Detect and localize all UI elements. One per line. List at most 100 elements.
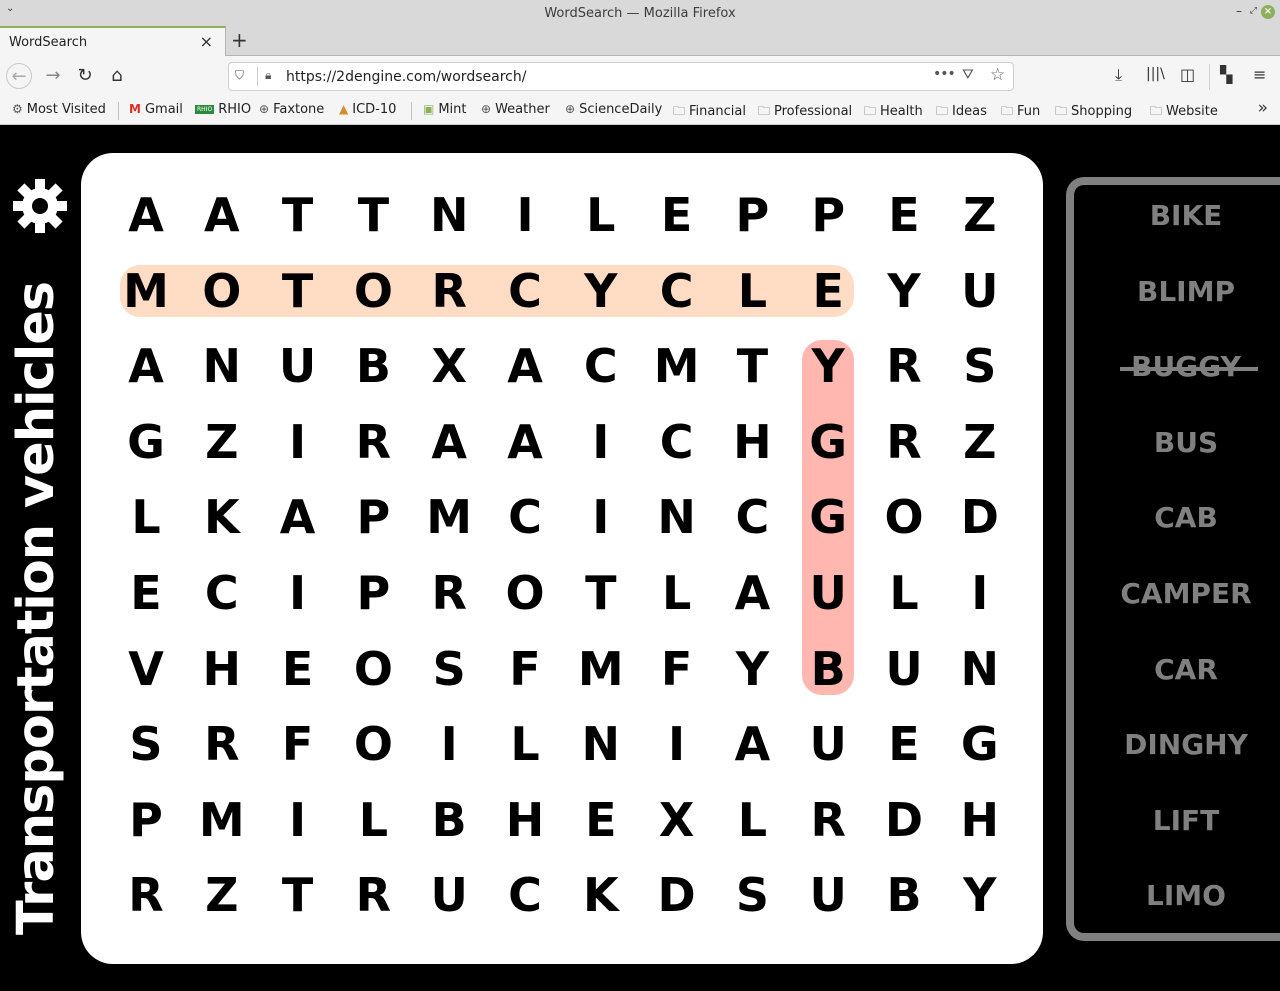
grid-cell[interactable]: I xyxy=(411,706,487,782)
grid-cell[interactable]: Y xyxy=(563,253,639,329)
grid-cell[interactable]: L xyxy=(714,782,790,858)
grid-cell[interactable]: A xyxy=(411,404,487,480)
grid-cell[interactable]: G xyxy=(790,479,866,555)
grid-cell[interactable]: Y xyxy=(942,857,1018,933)
bookmark-rhio[interactable]: RHIO RHIO xyxy=(195,102,251,117)
maximize-icon[interactable]: ⤢ xyxy=(1250,6,1257,16)
grid-cell[interactable]: T xyxy=(260,253,336,329)
grid-cell[interactable]: O xyxy=(184,253,260,329)
grid-cell[interactable]: R xyxy=(184,706,260,782)
pocket-icon[interactable]: ⛛ xyxy=(962,67,974,83)
grid-cell[interactable]: O xyxy=(487,555,563,631)
library-icon[interactable]: |||\ xyxy=(1146,66,1165,82)
grid-cell[interactable]: T xyxy=(335,177,411,253)
bookmark-folder-shopping[interactable]: 🗀 Shopping xyxy=(1055,102,1132,123)
grid-cell[interactable]: Z xyxy=(184,404,260,480)
grid-cell[interactable]: R xyxy=(335,857,411,933)
grid-cell[interactable]: R xyxy=(335,404,411,480)
grid-cell[interactable]: B xyxy=(411,782,487,858)
grid-cell[interactable]: N xyxy=(563,706,639,782)
grid-cell[interactable]: T xyxy=(260,857,336,933)
grid-cell[interactable]: U xyxy=(790,857,866,933)
grid-cell[interactable]: V xyxy=(108,631,184,707)
letter-grid[interactable]: AATTNILEPPEZMOTORCYCLEYUANUBXACMTYRSGZIR… xyxy=(81,153,1043,964)
grid-cell[interactable]: Y xyxy=(866,253,942,329)
grid-cell[interactable]: I xyxy=(942,555,1018,631)
grid-cell[interactable]: R xyxy=(411,253,487,329)
grid-cell[interactable]: Z xyxy=(184,857,260,933)
grid-cell[interactable]: E xyxy=(563,782,639,858)
grid-cell[interactable]: H xyxy=(942,782,1018,858)
grid-cell[interactable]: C xyxy=(714,479,790,555)
grid-cell[interactable]: U xyxy=(866,631,942,707)
grid-cell[interactable]: L xyxy=(866,555,942,631)
grid-cell[interactable]: X xyxy=(411,328,487,404)
back-icon[interactable]: ← xyxy=(6,63,32,89)
grid-cell[interactable]: P xyxy=(108,782,184,858)
grid-cell[interactable]: L xyxy=(639,555,715,631)
grid-cell[interactable]: L xyxy=(108,479,184,555)
grid-cell[interactable]: T xyxy=(260,177,336,253)
bookmark-icd10[interactable]: ▲ ICD-10 xyxy=(339,102,396,117)
grid-cell[interactable]: I xyxy=(563,404,639,480)
extensions-icon[interactable]: ▚ xyxy=(1220,65,1232,84)
grid-cell[interactable]: R xyxy=(411,555,487,631)
bookmark-star-icon[interactable]: ☆ xyxy=(990,65,1005,85)
bookmarks-overflow-icon[interactable]: » xyxy=(1258,98,1268,118)
grid-cell[interactable]: G xyxy=(790,404,866,480)
grid-cell[interactable]: E xyxy=(866,706,942,782)
grid-cell[interactable]: M xyxy=(639,328,715,404)
bookmark-folder-professional[interactable]: 🗀 Professional xyxy=(758,102,852,123)
grid-cell[interactable]: A xyxy=(260,479,336,555)
page-actions-icon[interactable]: ••• xyxy=(933,66,956,82)
bookmark-weather[interactable]: ⊕ Weather xyxy=(481,102,550,117)
grid-cell[interactable]: B xyxy=(866,857,942,933)
grid-cell[interactable]: R xyxy=(108,857,184,933)
grid-cell[interactable]: L xyxy=(335,782,411,858)
bookmark-mint[interactable]: ▣ Mint xyxy=(423,102,467,117)
grid-cell[interactable]: R xyxy=(790,782,866,858)
bookmark-sciencedaily[interactable]: ⊕ ScienceDaily xyxy=(565,102,662,117)
grid-cell[interactable]: C xyxy=(184,555,260,631)
grid-cell[interactable]: U xyxy=(411,857,487,933)
grid-cell[interactable]: C xyxy=(639,253,715,329)
grid-cell[interactable]: S xyxy=(108,706,184,782)
grid-cell[interactable]: F xyxy=(260,706,336,782)
window-close-icon[interactable]: × xyxy=(1261,5,1275,19)
bookmark-folder-fun[interactable]: 🗀 Fun xyxy=(1001,102,1040,123)
grid-cell[interactable]: G xyxy=(942,706,1018,782)
grid-cell[interactable]: O xyxy=(335,631,411,707)
grid-cell[interactable]: N xyxy=(411,177,487,253)
reload-icon[interactable]: ↻ xyxy=(72,63,98,89)
sidebar-icon[interactable]: ◫ xyxy=(1180,65,1195,84)
tracking-shield-icon[interactable]: ⛉ xyxy=(235,68,244,83)
grid-cell[interactable]: M xyxy=(108,253,184,329)
home-icon[interactable]: ⌂ xyxy=(104,63,130,89)
tab-close-icon[interactable]: × xyxy=(200,32,213,51)
downloads-icon[interactable]: ⤓ xyxy=(1115,65,1122,85)
grid-cell[interactable]: Z xyxy=(942,404,1018,480)
grid-cell[interactable]: F xyxy=(639,631,715,707)
grid-cell[interactable]: N xyxy=(184,328,260,404)
grid-cell[interactable]: U xyxy=(260,328,336,404)
grid-cell[interactable]: G xyxy=(108,404,184,480)
grid-cell[interactable]: I xyxy=(260,404,336,480)
grid-cell[interactable]: U xyxy=(790,555,866,631)
grid-cell[interactable]: A xyxy=(487,404,563,480)
new-tab-icon[interactable]: + xyxy=(231,28,248,52)
grid-cell[interactable]: L xyxy=(563,177,639,253)
grid-cell[interactable]: E xyxy=(108,555,184,631)
grid-cell[interactable]: S xyxy=(942,328,1018,404)
grid-cell[interactable]: A xyxy=(487,328,563,404)
grid-cell[interactable]: A xyxy=(108,177,184,253)
grid-cell[interactable]: H xyxy=(184,631,260,707)
grid-cell[interactable]: E xyxy=(639,177,715,253)
grid-cell[interactable]: M xyxy=(563,631,639,707)
grid-cell[interactable]: C xyxy=(487,253,563,329)
grid-cell[interactable]: D xyxy=(942,479,1018,555)
grid-cell[interactable]: P xyxy=(335,479,411,555)
grid-cell[interactable]: P xyxy=(335,555,411,631)
grid-cell[interactable]: Y xyxy=(714,631,790,707)
url-text[interactable]: https://2dengine.com/wordsearch/ xyxy=(286,69,526,85)
grid-cell[interactable]: D xyxy=(639,857,715,933)
